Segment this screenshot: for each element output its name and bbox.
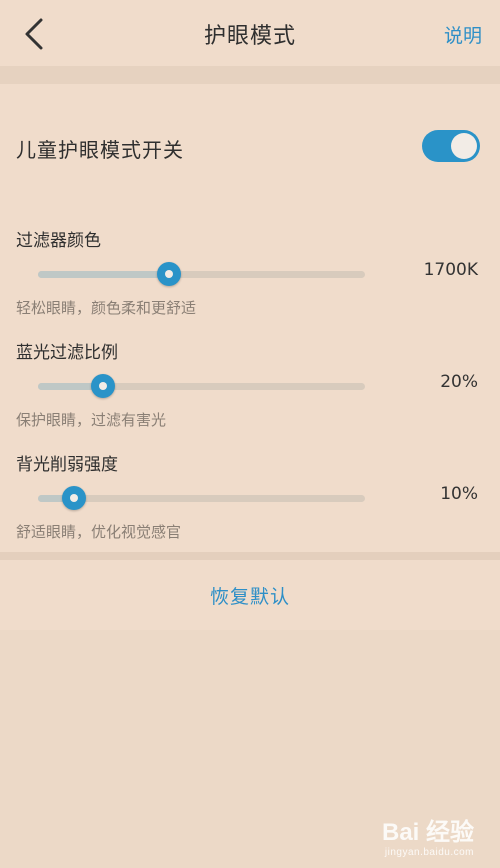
- app-header: 护眼模式 说明: [0, 0, 500, 66]
- slider-thumb[interactable]: [156, 262, 181, 286]
- reset-row: 恢复默认: [0, 560, 500, 630]
- blue-light-slider[interactable]: [38, 374, 365, 398]
- setting-value: 20%: [440, 372, 478, 392]
- section-divider: [0, 552, 500, 560]
- setting-label: 背光削弱强度: [16, 455, 118, 475]
- kids-mode-switch-row: 儿童护眼模式开关: [0, 122, 500, 172]
- header-spacer: [0, 66, 500, 84]
- watermark-brand: Bai 经验: [381, 819, 474, 846]
- setting-description: 保护眼睛，过滤有害光: [16, 411, 167, 429]
- filter-color-slider[interactable]: [38, 262, 365, 286]
- setting-description: 舒适眼睛，优化视觉感官: [16, 523, 182, 541]
- filter-color-setting: 过滤器颜色 1700K 轻松眼睛，颜色柔和更舒适: [0, 226, 500, 326]
- backlight-slider[interactable]: [38, 486, 365, 510]
- kids-mode-toggle[interactable]: [422, 130, 480, 162]
- settings-card: 儿童护眼模式开关 过滤器颜色 1700K 轻松眼睛，颜色柔和更舒适 蓝光过滤比例…: [0, 84, 500, 552]
- backlight-setting: 背光削弱强度 10% 舒适眼睛，优化视觉感官: [0, 450, 500, 550]
- kids-mode-switch-label: 儿童护眼模式开关: [16, 138, 184, 162]
- slider-thumb[interactable]: [61, 486, 86, 510]
- help-link[interactable]: 说明: [444, 21, 482, 48]
- restore-defaults-button[interactable]: 恢复默认: [0, 582, 500, 609]
- setting-description: 轻松眼睛，颜色柔和更舒适: [16, 299, 197, 317]
- setting-value: 10%: [440, 484, 478, 504]
- setting-value: 1700K: [423, 260, 478, 280]
- slider-thumb[interactable]: [91, 374, 116, 398]
- slider-fill: [38, 271, 169, 278]
- setting-label: 蓝光过滤比例: [16, 343, 118, 363]
- page-title: 护眼模式: [203, 24, 296, 49]
- toggle-knob: [451, 133, 477, 159]
- watermark-url: jingyan.baidu.com: [384, 847, 474, 858]
- baidu-watermark: Bai 经验 jingyan.baidu.com: [324, 812, 474, 858]
- setting-label: 过滤器颜色: [16, 231, 101, 251]
- blue-light-setting: 蓝光过滤比例 20% 保护眼睛，过滤有害光: [0, 338, 500, 438]
